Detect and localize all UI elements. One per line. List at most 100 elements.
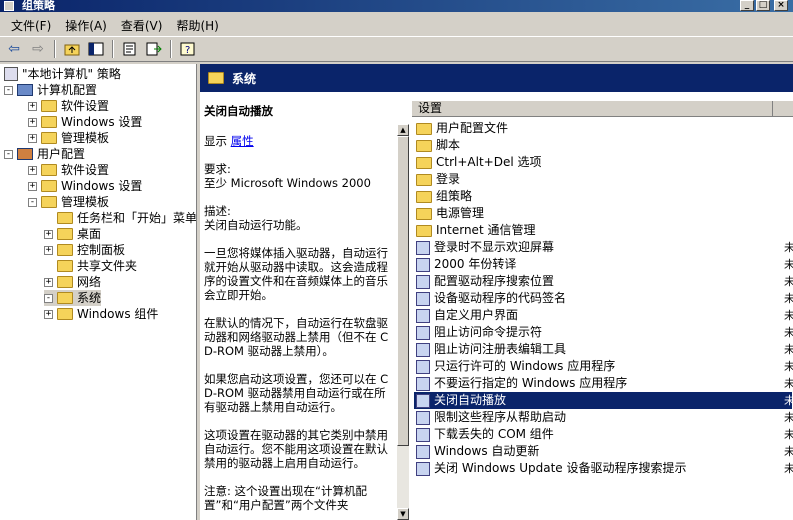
expand-icon[interactable]: + bbox=[44, 229, 53, 239]
column-header-setting[interactable]: 设置 bbox=[412, 100, 793, 117]
tree-item[interactable]: - 用户配置 bbox=[4, 146, 85, 162]
list-folder-item[interactable]: 用户配置文件 bbox=[414, 120, 792, 137]
list-item-label: Ctrl+Alt+Del 选项 bbox=[436, 155, 542, 169]
menu-help[interactable]: 帮助(H) bbox=[169, 17, 225, 34]
scroll-down-button[interactable]: ▼ bbox=[397, 508, 409, 520]
settings-list[interactable]: 设置 用户配置文件脚本 Ctrl+Alt+Del 选项登录 组策略电源管理 Inter… bbox=[412, 100, 793, 520]
export-list-icon[interactable] bbox=[144, 39, 164, 59]
list-item-state: 未 bbox=[784, 445, 793, 458]
list-setting-item[interactable]: 只运行许可的 Windows 应用程序 未 bbox=[414, 358, 793, 375]
console-tree[interactable]: "本地计算机" 策略 - 计算机配置 + 软件设置 + Windows 设置 + 管理模板 - 用… bbox=[0, 64, 197, 520]
description-scrollbar[interactable]: ▲ ▼ bbox=[397, 124, 409, 520]
menu-view[interactable]: 查看(V) bbox=[114, 17, 170, 34]
show-hide-tree-icon[interactable] bbox=[86, 39, 106, 59]
scroll-thumb[interactable] bbox=[397, 136, 409, 446]
folder-icon bbox=[57, 308, 73, 320]
computer-icon bbox=[17, 84, 33, 96]
list-folder-item[interactable]: Internet 通信管理 bbox=[414, 222, 792, 239]
list-item-label: 电源管理 bbox=[436, 206, 485, 220]
collapse-icon[interactable]: - bbox=[28, 197, 37, 207]
tree-item[interactable]: + 控制面板 bbox=[44, 242, 125, 258]
collapse-icon[interactable]: - bbox=[44, 293, 53, 303]
app-icon bbox=[4, 1, 14, 11]
close-button[interactable]: × bbox=[774, 0, 788, 11]
menu-action[interactable]: 操作(A) bbox=[58, 17, 114, 34]
list-folder-item[interactable]: 脚本 bbox=[414, 137, 792, 154]
tree-item[interactable]: + 软件设置 bbox=[28, 162, 109, 178]
user-icon bbox=[17, 148, 33, 160]
up-folder-icon-svg bbox=[64, 44, 80, 56]
tree-item-label: 软件设置 bbox=[61, 163, 110, 177]
tree-item[interactable]: + 软件设置 bbox=[28, 98, 109, 114]
back-arrow-icon[interactable]: ⇦ bbox=[4, 39, 24, 59]
list-setting-item[interactable]: 阻止访问命令提示符 未 bbox=[414, 324, 793, 341]
tree-item[interactable]: 任务栏和「开始」菜单 bbox=[44, 210, 196, 226]
list-setting-item[interactable]: 配置驱动程序搜索位置 未 bbox=[414, 273, 793, 290]
menu-file[interactable]: 文件(F) bbox=[4, 17, 58, 34]
help-icon[interactable]: ? bbox=[178, 39, 198, 59]
list-setting-item[interactable]: 2000 年份转译 未 bbox=[414, 256, 793, 273]
expand-icon[interactable]: + bbox=[28, 133, 37, 143]
list-setting-item[interactable]: 自定义用户界面 未 bbox=[414, 307, 793, 324]
expand-icon[interactable]: + bbox=[44, 309, 53, 319]
list-folder-item[interactable]: 电源管理 bbox=[414, 205, 792, 222]
list-folder-item[interactable]: 登录 bbox=[414, 171, 792, 188]
tree-item[interactable]: + 网络 bbox=[44, 274, 101, 290]
tree-item[interactable]: + 管理模板 bbox=[28, 130, 109, 146]
details-header: 系统 bbox=[200, 64, 793, 92]
list-setting-item[interactable]: 阻止访问注册表编辑工具 未 bbox=[414, 341, 793, 358]
folder-icon bbox=[57, 260, 73, 272]
list-item-label: 下载丢失的 COM 组件 bbox=[434, 427, 554, 441]
policy-setting-icon bbox=[416, 461, 430, 476]
tree-item[interactable]: - 系统 bbox=[44, 290, 102, 306]
list-item-label: 只运行许可的 Windows 应用程序 bbox=[434, 359, 616, 373]
column-header-state[interactable] bbox=[772, 101, 793, 117]
list-folder-item[interactable]: 组策略 bbox=[414, 188, 792, 205]
tree-item[interactable]: 共享文件夹 bbox=[44, 258, 137, 274]
expand-icon[interactable]: + bbox=[44, 245, 53, 255]
list-setting-item[interactable]: Windows 自动更新 未 bbox=[414, 443, 793, 460]
list-item-label: Windows 自动更新 bbox=[434, 444, 540, 458]
list-item-label: 用户配置文件 bbox=[436, 121, 509, 135]
list-setting-item[interactable]: 设备驱动程序的代码签名 未 bbox=[414, 290, 793, 307]
show-label: 显示 bbox=[204, 134, 227, 148]
tree-item[interactable]: - 管理模板 bbox=[28, 194, 109, 210]
up-folder-icon[interactable] bbox=[62, 39, 82, 59]
forward-arrow-icon[interactable]: ⇨ bbox=[28, 39, 48, 59]
properties-link[interactable]: 属性 bbox=[231, 134, 254, 148]
list-item-state: 未 bbox=[784, 326, 793, 339]
tree-item[interactable]: + Windows 设置 bbox=[28, 114, 142, 130]
expand-icon[interactable]: + bbox=[28, 117, 37, 127]
tree-root[interactable]: "本地计算机" 策略 bbox=[4, 66, 121, 82]
collapse-icon[interactable]: - bbox=[4, 149, 13, 159]
list-setting-item[interactable]: 限制这些程序从帮助启动 未 bbox=[414, 409, 793, 426]
list-setting-item[interactable]: 下载丢失的 COM 组件 未 bbox=[414, 426, 793, 443]
list-setting-item[interactable]: 关闭自动播放 未 bbox=[414, 392, 793, 409]
list-setting-item[interactable]: 登录时不显示欢迎屏幕 未 bbox=[414, 239, 793, 256]
list-setting-item[interactable]: 关闭 Windows Update 设备驱动程序搜索提示 未 bbox=[414, 460, 793, 477]
requirements-label: 要求: bbox=[204, 162, 231, 176]
tree-item-label: 管理模板 bbox=[61, 131, 110, 145]
details-header-title: 系统 bbox=[232, 71, 257, 86]
list-item-label: 组策略 bbox=[436, 189, 473, 203]
folder-icon bbox=[416, 207, 432, 220]
collapse-icon[interactable]: - bbox=[4, 85, 13, 95]
scroll-up-button[interactable]: ▲ bbox=[397, 124, 409, 136]
list-setting-item[interactable]: 不要运行指定的 Windows 应用程序 未 bbox=[414, 375, 793, 392]
properties-icon[interactable] bbox=[120, 39, 140, 59]
expand-icon[interactable]: + bbox=[28, 181, 37, 191]
tree-item[interactable]: - 计算机配置 bbox=[4, 82, 97, 98]
list-item-state: 未 bbox=[784, 241, 793, 254]
list-folder-item[interactable]: Ctrl+Alt+Del 选项 bbox=[414, 154, 792, 171]
expand-icon[interactable]: + bbox=[28, 165, 37, 175]
tree-item-label: 网络 bbox=[77, 275, 102, 289]
tree-item[interactable]: + 桌面 bbox=[44, 226, 101, 242]
policy-setting-icon bbox=[416, 291, 430, 306]
expand-icon[interactable]: + bbox=[44, 277, 53, 287]
minimize-button[interactable]: _ bbox=[740, 0, 754, 11]
title-bar: 组策略 _ □ × bbox=[0, 0, 793, 12]
expand-icon[interactable]: + bbox=[28, 101, 37, 111]
tree-item[interactable]: + Windows 设置 bbox=[28, 178, 142, 194]
tree-item[interactable]: + Windows 组件 bbox=[44, 306, 158, 322]
maximize-button[interactable]: □ bbox=[756, 0, 770, 11]
